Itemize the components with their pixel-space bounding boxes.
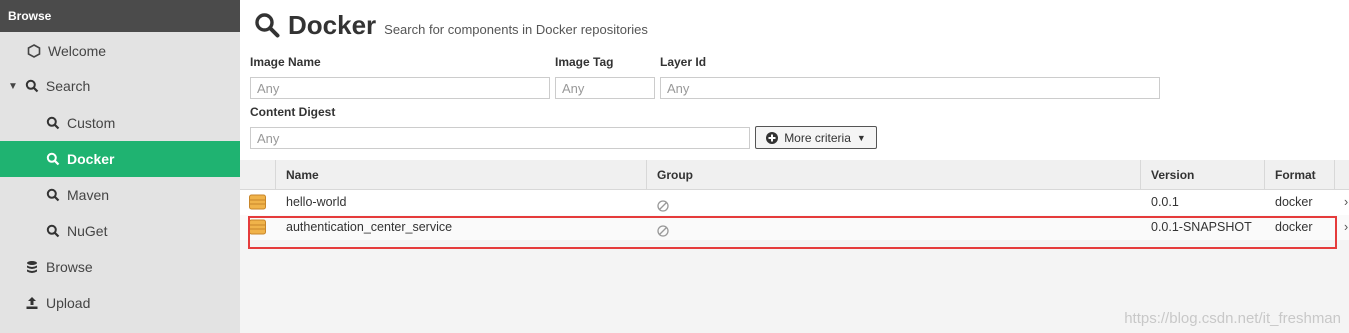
- page-subtitle: Search for components in Docker reposito…: [384, 22, 648, 37]
- content-digest-label: Content Digest: [250, 105, 336, 119]
- caret-down-icon: ▼: [8, 80, 18, 92]
- image-name-label: Image Name: [250, 55, 321, 69]
- column-header-version[interactable]: Version: [1141, 160, 1265, 190]
- watermark: https://blog.csdn.net/it_freshman: [1124, 310, 1341, 327]
- highlight-box: [248, 216, 1337, 249]
- sidebar-item-label: Upload: [46, 295, 91, 311]
- image-name-input[interactable]: [250, 77, 550, 99]
- sidebar-item-search[interactable]: ▼ Search: [0, 68, 248, 104]
- search-icon: [254, 8, 280, 38]
- main-panel: Docker Search for components in Docker r…: [240, 0, 1349, 333]
- sidebar-item-label: NuGet: [67, 223, 108, 239]
- icon-column-header: [240, 160, 276, 190]
- layer-id-label: Layer Id: [660, 55, 707, 69]
- sidebar-item-label: Docker: [67, 151, 115, 167]
- search-icon: [45, 188, 61, 202]
- page-title: Docker: [288, 10, 377, 40]
- more-criteria-label: More criteria: [784, 130, 851, 145]
- search-criteria-panel: Docker Search for components in Docker r…: [240, 0, 1349, 160]
- more-criteria-button[interactable]: More criteria ▼: [755, 126, 877, 149]
- row-version: 0.0.1: [1151, 195, 1179, 209]
- database-icon: [24, 260, 40, 274]
- table-row[interactable]: hello-world 0.0.1 docker ›: [240, 190, 1349, 215]
- column-header-spacer: [1335, 160, 1349, 190]
- row-name[interactable]: hello-world: [286, 190, 346, 215]
- hexagon-icon: [26, 44, 42, 58]
- sidebar-item-label: Welcome: [48, 43, 107, 59]
- row-chevron-icon[interactable]: ›: [1344, 190, 1348, 215]
- sidebar-item-label: Search: [45, 78, 91, 94]
- sidebar-item-label: Browse: [46, 259, 93, 275]
- caret-down-icon: ▼: [856, 132, 866, 143]
- layer-id-input[interactable]: [660, 77, 1160, 99]
- upload-icon: [24, 296, 40, 310]
- sidebar-header: Browse: [0, 0, 240, 32]
- sidebar-item-browse[interactable]: Browse: [0, 249, 264, 285]
- page-header: Docker Search for components in Docker r…: [254, 8, 648, 41]
- plus-circle-icon: [766, 131, 779, 144]
- row-format: docker: [1275, 195, 1313, 209]
- column-header-format[interactable]: Format: [1265, 160, 1335, 190]
- search-icon: [24, 79, 40, 93]
- search-icon: [45, 224, 61, 238]
- sidebar: Browse Welcome ▼ Search Custom Docker Ma…: [0, 0, 285, 333]
- sidebar-item-label: Custom: [67, 115, 116, 131]
- search-icon: [45, 116, 61, 130]
- column-header-group[interactable]: Group: [647, 160, 1141, 190]
- search-icon: [45, 152, 61, 166]
- image-tag-input[interactable]: [555, 77, 655, 99]
- content-digest-input[interactable]: [250, 127, 750, 149]
- row-chevron-icon[interactable]: ›: [1344, 215, 1348, 240]
- sidebar-item-welcome[interactable]: Welcome: [0, 33, 266, 69]
- image-tag-label: Image Tag: [555, 55, 614, 69]
- column-header-name[interactable]: Name: [276, 160, 647, 190]
- sidebar-item-upload[interactable]: Upload: [0, 285, 264, 321]
- sidebar-item-label: Maven: [67, 187, 110, 203]
